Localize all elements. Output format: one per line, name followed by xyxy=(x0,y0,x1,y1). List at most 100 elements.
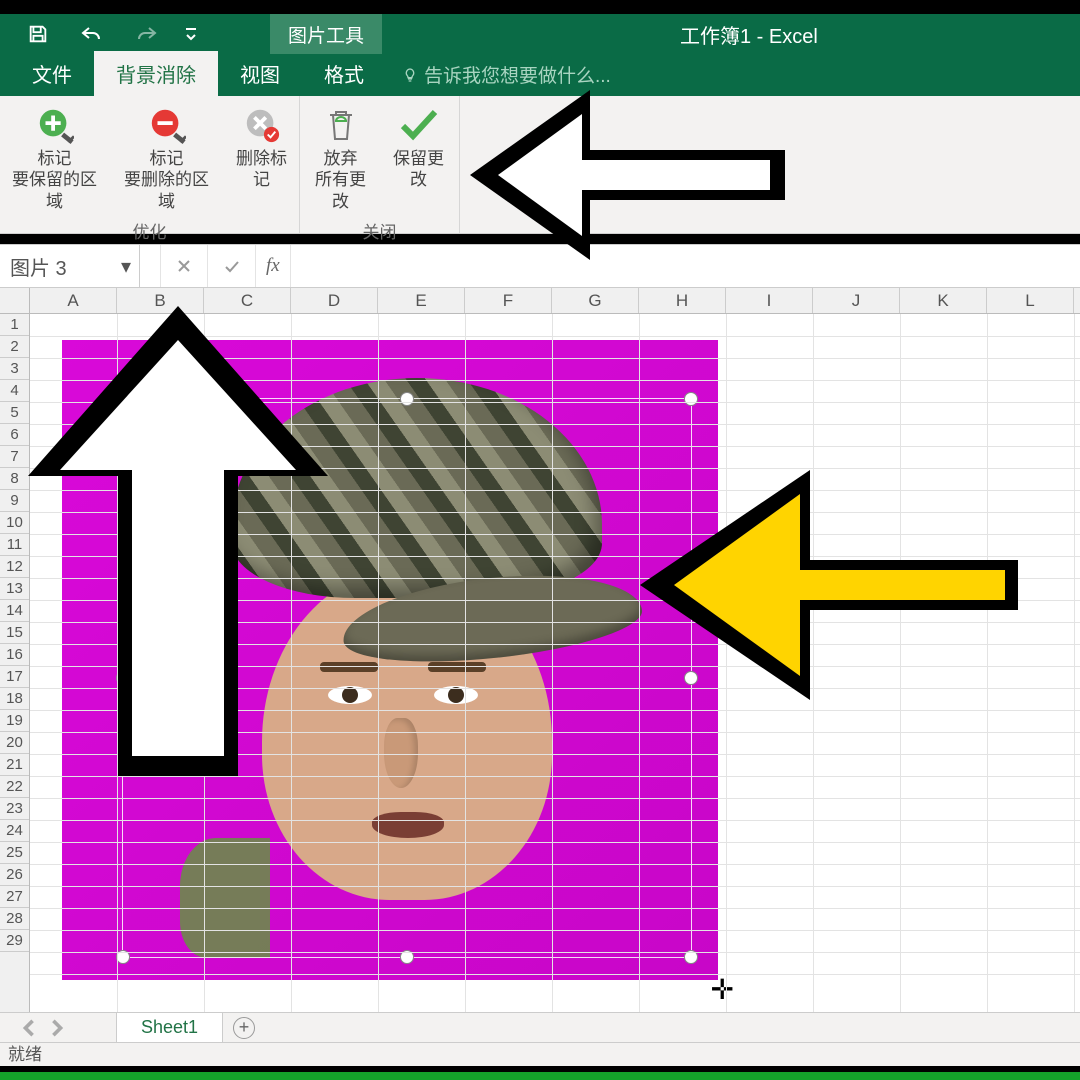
redo-button[interactable] xyxy=(128,19,164,49)
row-header[interactable]: 18 xyxy=(0,688,29,710)
row-header[interactable]: 23 xyxy=(0,798,29,820)
tell-me-search[interactable]: 告诉我您想要做什么... xyxy=(386,53,627,96)
row-header[interactable]: 19 xyxy=(0,710,29,732)
resize-handle[interactable] xyxy=(684,392,698,406)
check-icon xyxy=(398,104,440,146)
resize-handle[interactable] xyxy=(116,392,130,406)
column-header[interactable]: D xyxy=(291,288,378,313)
formula-enter-button[interactable] xyxy=(208,245,256,287)
row-header[interactable]: 16 xyxy=(0,644,29,666)
column-header[interactable]: L xyxy=(987,288,1074,313)
resize-handle[interactable] xyxy=(116,671,130,685)
row-header[interactable]: 10 xyxy=(0,512,29,534)
chevron-left-icon[interactable] xyxy=(20,1019,38,1037)
row-header[interactable]: 14 xyxy=(0,600,29,622)
row-header[interactable]: 4 xyxy=(0,380,29,402)
save-button[interactable] xyxy=(20,19,56,49)
undo-button[interactable] xyxy=(74,19,110,49)
row-header[interactable]: 28 xyxy=(0,908,29,930)
row-header[interactable]: 9 xyxy=(0,490,29,512)
redo-icon xyxy=(134,24,158,44)
row-header[interactable]: 7 xyxy=(0,446,29,468)
row-header[interactable]: 1 xyxy=(0,314,29,336)
mark-remove-label-2: 要删除的区域 xyxy=(119,169,215,212)
mark-remove-label-1: 标记 xyxy=(150,148,184,169)
x-circle-icon xyxy=(241,104,283,146)
formula-cancel-button[interactable] xyxy=(160,245,208,287)
discard-label-2: 所有更改 xyxy=(310,169,372,212)
window-title: 工作簿1 - Excel xyxy=(680,20,818,49)
row-header[interactable]: 29 xyxy=(0,930,29,952)
column-header[interactable]: I xyxy=(726,288,813,313)
fx-label[interactable]: fx xyxy=(256,255,290,277)
column-header[interactable]: A xyxy=(30,288,117,313)
row-header[interactable]: 24 xyxy=(0,820,29,842)
save-icon xyxy=(27,23,49,45)
add-sheet-button[interactable]: + xyxy=(233,1017,255,1039)
resize-handle[interactable] xyxy=(684,671,698,685)
tab-file[interactable]: 文件 xyxy=(10,51,94,96)
tab-background-removal[interactable]: 背景消除 xyxy=(94,51,218,96)
row-header[interactable]: 21 xyxy=(0,754,29,776)
picture-crop-marquee[interactable] xyxy=(122,398,692,958)
resize-handle[interactable] xyxy=(400,392,414,406)
enter-icon xyxy=(223,258,241,274)
column-header[interactable]: F xyxy=(465,288,552,313)
status-text: 就绪 xyxy=(8,1045,42,1064)
minus-circle-icon xyxy=(146,104,188,146)
column-header[interactable]: K xyxy=(900,288,987,313)
worksheet-area: ABCDEFGHIJKL 123456789101112131415161718… xyxy=(0,288,1080,1016)
status-bar: 就绪 xyxy=(0,1042,1080,1066)
row-header[interactable]: 17 xyxy=(0,666,29,688)
row-header[interactable]: 25 xyxy=(0,842,29,864)
column-headers: ABCDEFGHIJKL xyxy=(30,288,1080,314)
column-header[interactable]: H xyxy=(639,288,726,313)
row-header[interactable]: 5 xyxy=(0,402,29,424)
mark-remove-button[interactable]: 标记 要删除的区域 xyxy=(113,100,221,216)
row-header[interactable]: 2 xyxy=(0,336,29,358)
row-header[interactable]: 11 xyxy=(0,534,29,556)
mark-keep-button[interactable]: 标记 要保留的区域 xyxy=(1,100,109,216)
delete-mark-button[interactable]: 删除标记 xyxy=(225,100,299,216)
keep-changes-label: 保留更改 xyxy=(388,148,450,191)
chevron-down-icon[interactable]: ▾ xyxy=(121,254,131,279)
column-header[interactable]: G xyxy=(552,288,639,313)
column-header[interactable]: J xyxy=(813,288,900,313)
row-header[interactable]: 27 xyxy=(0,886,29,908)
row-headers: 1234567891011121314151617181920212223242… xyxy=(0,314,30,1016)
row-header[interactable]: 12 xyxy=(0,556,29,578)
name-box[interactable]: 图片 3 ▾ xyxy=(0,245,140,287)
title-bar: 图片工具 工作簿1 - Excel xyxy=(0,14,1080,54)
row-header[interactable]: 20 xyxy=(0,732,29,754)
row-header[interactable]: 26 xyxy=(0,864,29,886)
undo-icon xyxy=(80,24,104,44)
keep-changes-button[interactable]: 保留更改 xyxy=(382,100,456,216)
mark-keep-label-2: 要保留的区域 xyxy=(7,169,103,212)
quick-access-toolbar xyxy=(0,19,200,49)
tab-format[interactable]: 格式 xyxy=(302,51,386,96)
row-header[interactable]: 8 xyxy=(0,468,29,490)
plus-icon: + xyxy=(239,1017,250,1038)
row-header[interactable]: 22 xyxy=(0,776,29,798)
row-header[interactable]: 13 xyxy=(0,578,29,600)
group-optimize-label: 优化 xyxy=(133,216,167,245)
row-header[interactable]: 15 xyxy=(0,622,29,644)
formula-input[interactable] xyxy=(290,245,1080,287)
sheet-tab-sheet1[interactable]: Sheet1 xyxy=(116,1012,223,1044)
row-header[interactable]: 3 xyxy=(0,358,29,380)
ribbon: 标记 要保留的区域 标记 要删除的区域 删除标记 优化 xyxy=(0,96,1080,234)
tab-view[interactable]: 视图 xyxy=(218,51,302,96)
discard-changes-button[interactable]: 放弃 所有更改 xyxy=(304,100,378,216)
name-box-value: 图片 3 xyxy=(10,252,67,281)
delete-mark-label: 删除标记 xyxy=(231,148,293,191)
customize-qat-button[interactable] xyxy=(182,19,200,49)
discard-label-1: 放弃 xyxy=(324,148,358,169)
select-all-corner[interactable] xyxy=(0,288,30,314)
cell-grid[interactable]: ✛ xyxy=(30,314,1080,1016)
column-header[interactable]: C xyxy=(204,288,291,313)
inserted-picture[interactable]: ✛ xyxy=(62,340,718,980)
row-header[interactable]: 6 xyxy=(0,424,29,446)
chevron-right-icon[interactable] xyxy=(48,1019,66,1037)
column-header[interactable]: E xyxy=(378,288,465,313)
column-header[interactable]: B xyxy=(117,288,204,313)
